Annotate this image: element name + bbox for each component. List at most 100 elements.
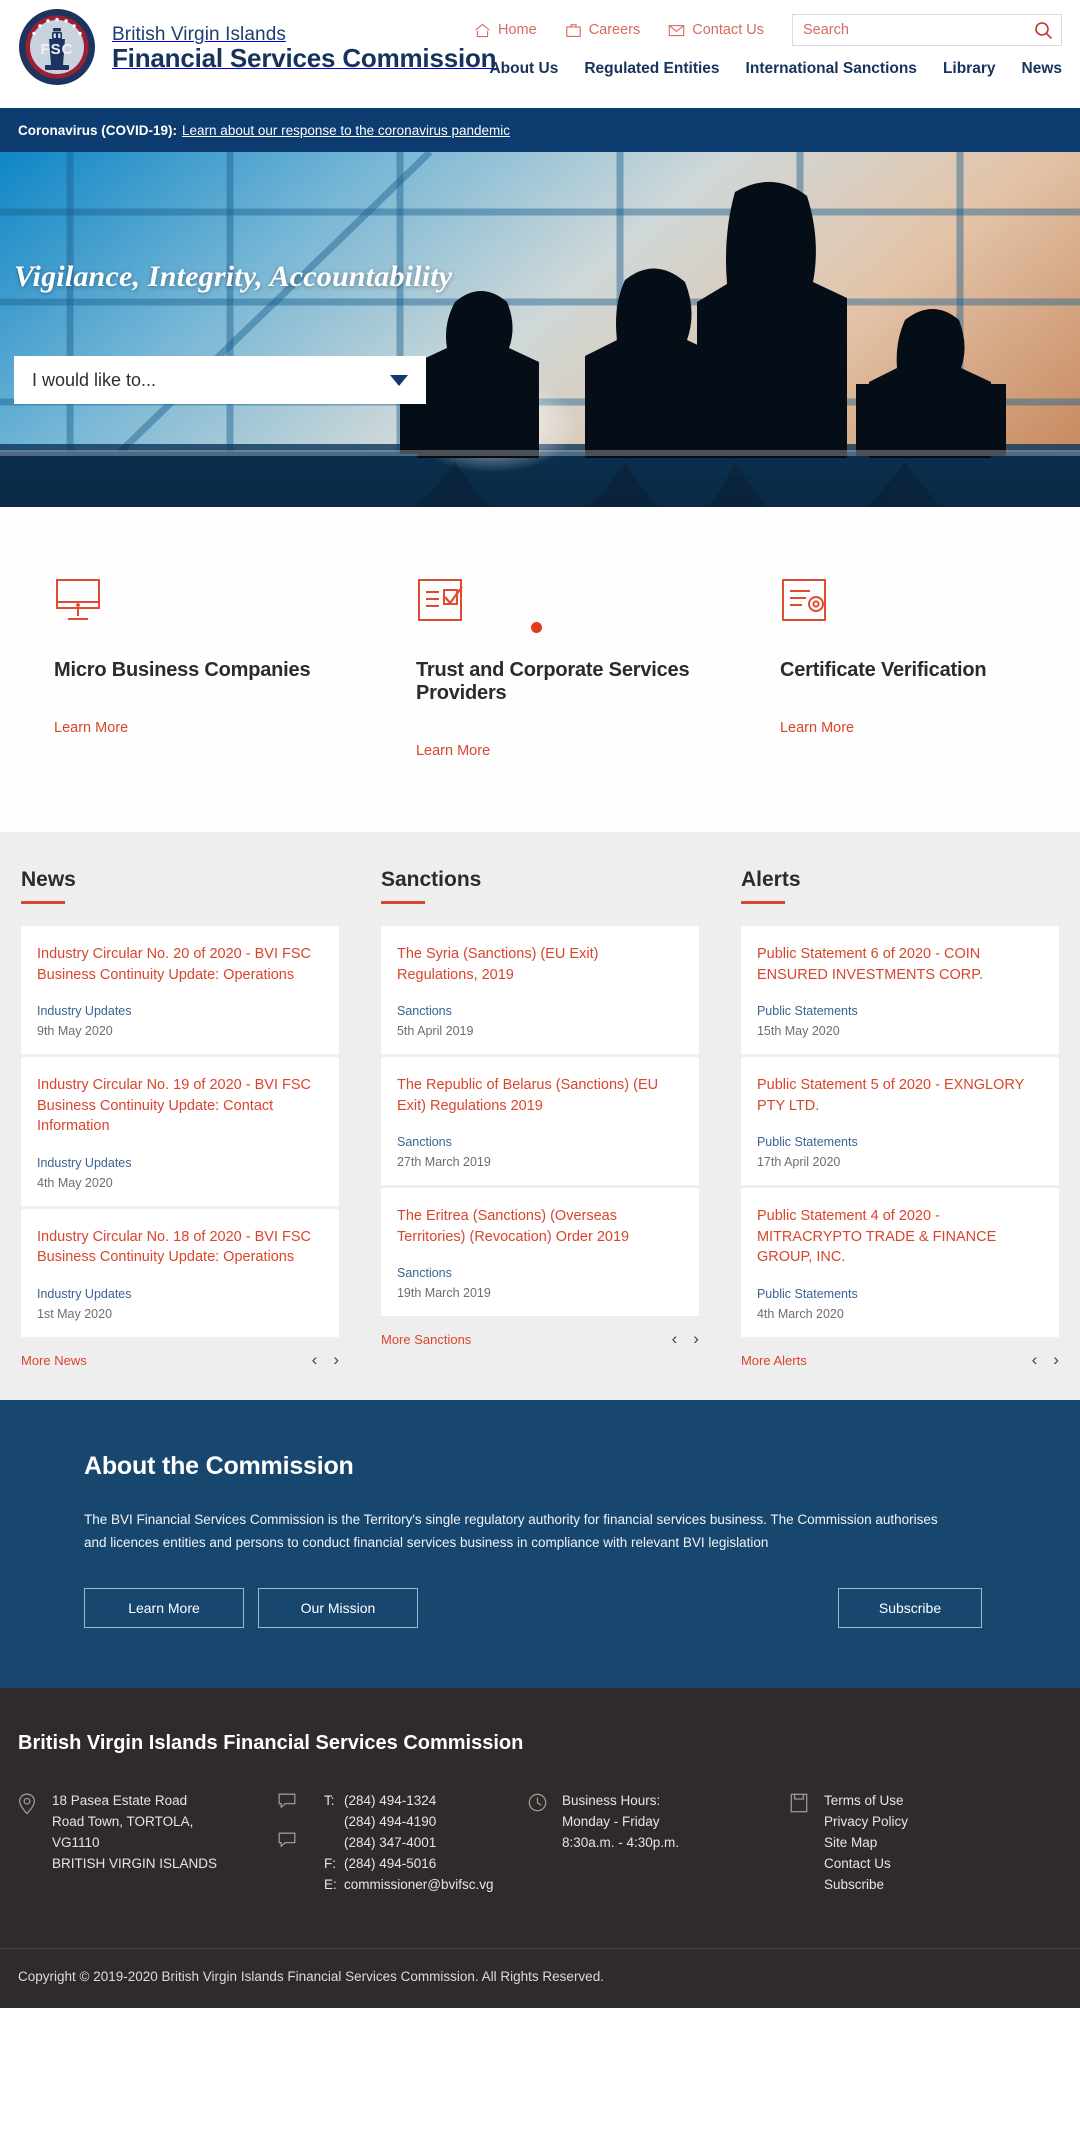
phone-number-1: (284) 494-1324 (344, 1793, 437, 1809)
email-address: commissioner@bvifsc.vg (344, 1877, 494, 1893)
feed-item-title[interactable]: The Republic of Belarus (Sanctions) (EU … (397, 1075, 683, 1116)
about-learn-more-button[interactable]: Learn More (84, 1588, 244, 1629)
footer-link-site-map[interactable]: Site Map (824, 1833, 908, 1854)
feed-item-title[interactable]: Industry Circular No. 19 of 2020 - BVI F… (37, 1075, 323, 1137)
phone-label-blank (324, 1833, 344, 1854)
service-card-micro-business[interactable]: Micro Business Companies Learn More (0, 577, 360, 760)
feed-item-date: 1st May 2020 (37, 1307, 113, 1322)
feed-item[interactable]: The Republic of Belarus (Sanctions) (EU … (380, 1057, 699, 1186)
search-input[interactable] (793, 16, 1011, 44)
feed-item-title[interactable]: Public Statement 6 of 2020 - COIN ENSURE… (757, 944, 1043, 985)
feeds-section: News Industry Circular No. 20 of 2020 - … (0, 832, 1080, 1401)
phone-label-blank (324, 1812, 344, 1833)
feed-more-link[interactable]: More Alerts (741, 1353, 807, 1368)
utility-link-contact[interactable]: Contact Us (668, 22, 764, 38)
feed-item-date: 19th March 2019 (396, 1286, 491, 1301)
envelope-icon (668, 23, 685, 38)
svg-text:FSC: FSC (41, 41, 74, 58)
chevron-right-icon[interactable]: › (693, 1329, 699, 1349)
brand-line-2: Financial Services Commission (112, 43, 497, 74)
nav-item-international-sanctions[interactable]: International Sanctions (746, 60, 917, 78)
feed-item-title[interactable]: Public Statement 4 of 2020 - MITRACRYPTO… (757, 1206, 1043, 1268)
footer-contact-block: T: (284) 494-1324 (284) 494-4190 (284) 34… (278, 1791, 528, 1896)
service-learn-more-link[interactable]: Learn More (416, 743, 490, 759)
utility-link-home[interactable]: Home (474, 22, 537, 38)
nav-item-about-us[interactable]: About Us (489, 60, 558, 78)
phone-number-2: (284) 494-4190 (344, 1814, 437, 1830)
footer-address: 18 Pasea Estate Road Road Town, TORTOLA,… (52, 1793, 218, 1872)
fax-label: F: (324, 1856, 336, 1872)
feed-item[interactable]: Industry Circular No. 19 of 2020 - BVI F… (21, 1057, 339, 1206)
feed-item[interactable]: Industry Circular No. 20 of 2020 - BVI F… (21, 926, 339, 1055)
feed-item-date: 4th March 2020 (756, 1307, 844, 1322)
chevron-left-icon[interactable]: ‹ (672, 1329, 678, 1349)
feed-column-news: News Industry Circular No. 20 of 2020 - … (0, 868, 360, 1370)
feed-item-title[interactable]: The Eritrea (Sanctions) (Overseas Territ… (397, 1206, 683, 1247)
utility-link-careers[interactable]: Careers (565, 22, 641, 38)
feed-item-title[interactable]: The Syria (Sanctions) (EU Exit) Regulati… (397, 944, 683, 985)
hero-action-dropdown-value: I would like to... (32, 369, 157, 390)
site-logo-link[interactable]: FSC British Virgin Islands Financial Ser… (18, 8, 497, 86)
utility-link-contact-label: Contact Us (692, 22, 764, 38)
feed-more-link[interactable]: More News (21, 1353, 87, 1368)
hero-background-image (0, 152, 1080, 507)
location-pin-icon (18, 1791, 38, 1896)
feed-item-title[interactable]: Public Statement 5 of 2020 - EXNGLORY PT… (757, 1075, 1043, 1116)
feed-more-link[interactable]: More Sanctions (381, 1332, 471, 1347)
about-our-mission-button[interactable]: Our Mission (258, 1588, 418, 1629)
feed-item-category: Public Statements (756, 1135, 858, 1150)
chevron-right-icon[interactable]: › (333, 1350, 339, 1370)
feed-heading: Alerts (740, 868, 801, 891)
nav-item-news[interactable]: News (1022, 60, 1063, 78)
search-box[interactable] (792, 14, 1062, 46)
feed-item-date: 9th May 2020 (37, 1024, 113, 1039)
footer-links-block: Terms of Use Privacy Policy Site Map Con… (790, 1791, 1040, 1896)
service-learn-more-link[interactable]: Learn More (54, 720, 128, 736)
footer-link-subscribe[interactable]: Subscribe (824, 1875, 908, 1896)
feed-item-category: Public Statements (756, 1287, 858, 1302)
feed-pager: ‹ › (1032, 1350, 1059, 1370)
business-hours-days: Monday - Friday (562, 1814, 660, 1830)
feed-item-title[interactable]: Industry Circular No. 20 of 2020 - BVI F… (37, 944, 323, 985)
feed-item[interactable]: Public Statement 4 of 2020 - MITRACRYPTO… (740, 1188, 1059, 1338)
chevron-right-icon[interactable]: › (1053, 1350, 1059, 1370)
service-learn-more-link[interactable]: Learn More (780, 720, 854, 736)
search-button[interactable] (1034, 21, 1053, 40)
feed-item[interactable]: Industry Circular No. 18 of 2020 - BVI F… (21, 1208, 339, 1338)
feed-item[interactable]: Public Statement 5 of 2020 - EXNGLORY PT… (740, 1057, 1059, 1186)
hero-title: Vigilance, Integrity, Accountability (14, 260, 453, 293)
service-card-trust-corporate[interactable]: Trust and Corporate Services Providers L… (360, 577, 720, 760)
feed-item[interactable]: The Syria (Sanctions) (EU Exit) Regulati… (380, 926, 699, 1055)
feed-item-date: 27th March 2019 (396, 1155, 491, 1170)
utility-link-careers-label: Careers (588, 22, 641, 38)
footer-link-terms-of-use[interactable]: Terms of Use (824, 1791, 908, 1812)
feed-item-date: 5th April 2019 (396, 1024, 474, 1039)
feed-item-category: Sanctions (396, 1004, 452, 1019)
feed-item[interactable]: Public Statement 6 of 2020 - COIN ENSURE… (740, 926, 1059, 1055)
feed-item[interactable]: The Eritrea (Sanctions) (Overseas Territ… (380, 1188, 699, 1317)
service-card-certificate-verification[interactable]: Certificate Verification Learn More (720, 577, 1080, 760)
footer-link-privacy-policy[interactable]: Privacy Policy (824, 1812, 908, 1833)
nav-item-regulated-entities[interactable]: Regulated Entities (584, 60, 719, 78)
about-subscribe-button[interactable]: Subscribe (838, 1588, 982, 1629)
feed-item-title[interactable]: Industry Circular No. 18 of 2020 - BVI F… (37, 1227, 323, 1268)
about-button-row: Learn More Our Mission Subscribe (84, 1588, 996, 1629)
phone-number-3: (284) 347-4001 (344, 1835, 437, 1851)
nav-item-library[interactable]: Library (943, 60, 996, 78)
service-title: Certificate Verification (779, 659, 987, 681)
chevron-left-icon[interactable]: ‹ (312, 1350, 318, 1370)
hero-action-dropdown[interactable]: I would like to... (14, 356, 426, 404)
service-title: Micro Business Companies (54, 659, 311, 681)
footer-link-contact-us[interactable]: Contact Us (824, 1854, 908, 1875)
feed-item-category: Industry Updates (37, 1287, 132, 1302)
email-label: E: (324, 1877, 337, 1893)
feed-item-date: 15th May 2020 (756, 1024, 840, 1039)
feed-footer: More News ‹ › (21, 1350, 339, 1370)
services-section: Micro Business Companies Learn More Trus… (0, 507, 1080, 832)
copyright-bar: Copyright © 2019-2020 British Virgin Isl… (0, 1948, 1080, 2008)
chevron-left-icon[interactable]: ‹ (1032, 1350, 1038, 1370)
covid-banner-link[interactable]: Learn about our response to the coronavi… (182, 123, 510, 138)
carousel-dot-1[interactable] (529, 620, 544, 635)
footer-contact-labels: T: (284) 494-1324 (284) 494-4190 (284) 34… (324, 1791, 494, 1896)
speech-bubble-icon (278, 1832, 296, 1853)
